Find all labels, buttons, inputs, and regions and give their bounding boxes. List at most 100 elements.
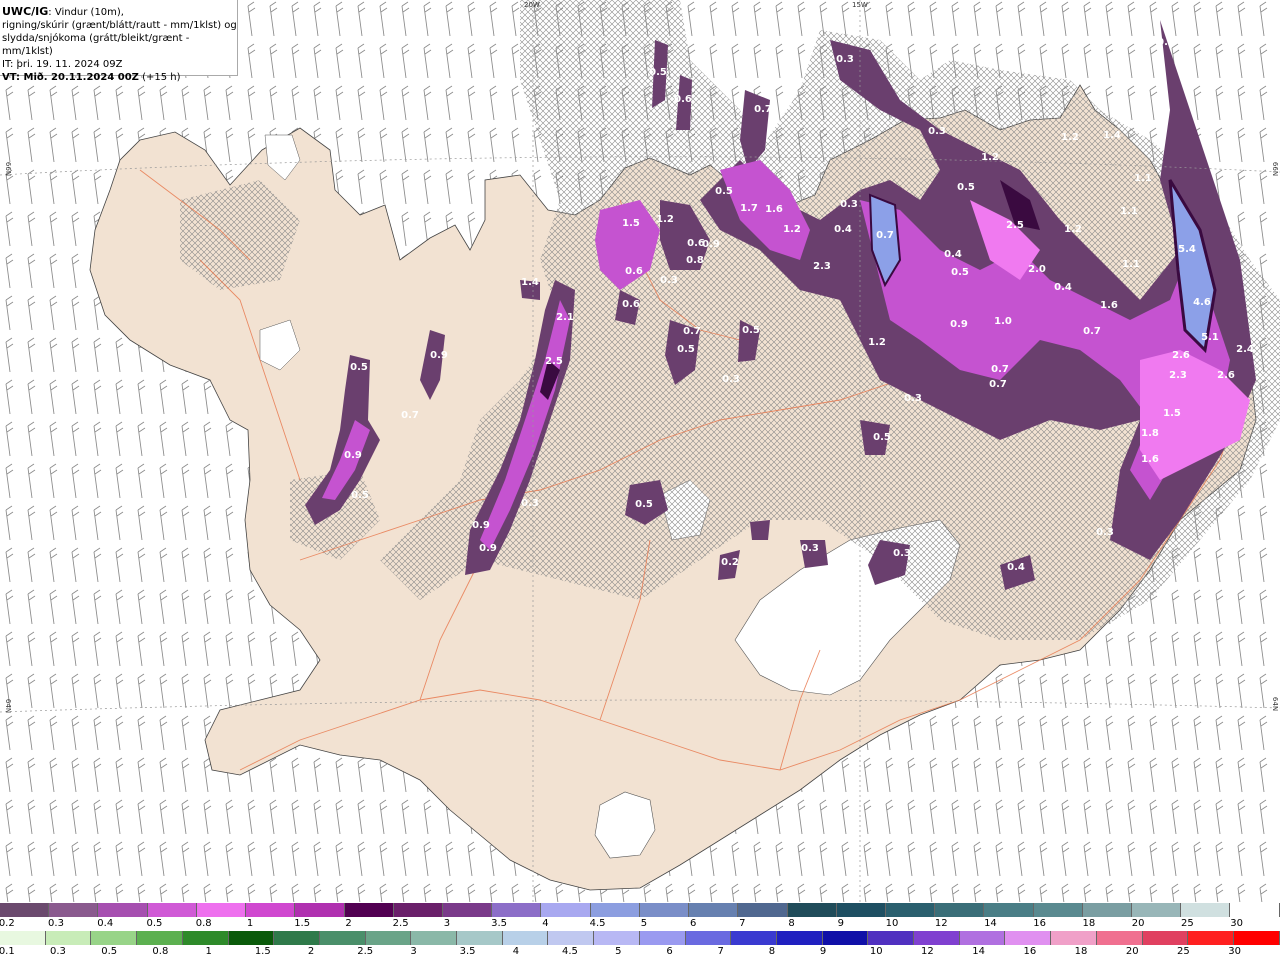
legend-label: 1.5	[294, 918, 311, 929]
precip-value: 0.3	[1096, 527, 1114, 538]
legend-swatch	[959, 931, 1006, 945]
precip-value: 0.3	[836, 54, 854, 65]
precip-value: 0.5	[677, 344, 695, 355]
precip-value: 1.1	[1134, 173, 1152, 184]
legend-swatch	[689, 903, 739, 917]
legend-swatch	[594, 931, 640, 945]
legend-swatch	[787, 903, 837, 917]
legend-swatch	[1181, 903, 1231, 917]
legend-label: 10	[885, 918, 899, 929]
precip-value: 0.9	[702, 239, 720, 250]
precip-value: 0.5	[873, 432, 891, 443]
precip-value: 1.4	[1103, 130, 1121, 141]
precip-value: 2.3	[1169, 370, 1187, 381]
lat-label-64n-right: 64N	[1271, 696, 1280, 712]
precip-value: 1.2	[981, 152, 999, 163]
legend-swatch	[639, 903, 690, 917]
legend-label: 25	[1177, 946, 1190, 957]
precip-value: 1.1	[1122, 259, 1140, 270]
precip-value: 0.5	[351, 490, 369, 501]
precip-value: 0.9	[430, 350, 448, 361]
legend-swatch	[935, 903, 985, 917]
precip-value: 0.6	[625, 266, 643, 277]
legend-swatch	[1142, 931, 1189, 945]
description-line-2: rigning/skúrir (grænt/blátt/rautt - mm/1…	[2, 20, 237, 31]
lat-label-66n-right: 66N	[1271, 161, 1280, 177]
precip-value: 2.0	[1028, 264, 1046, 275]
precip-value: 0.3	[893, 548, 911, 559]
legend-label: 4	[512, 946, 520, 957]
legend-label: 0.8	[152, 946, 169, 957]
precip-value: 0.9	[344, 450, 362, 461]
precip-value: 1.2	[783, 224, 801, 235]
legend-swatch	[1082, 903, 1133, 917]
precip-value: 0.3	[722, 374, 740, 385]
legend-swatch	[1005, 931, 1052, 945]
legend-swatch	[182, 931, 229, 945]
legend-swatch	[776, 931, 823, 945]
precip-value: 0.5	[649, 67, 667, 78]
legend-label: 9	[837, 918, 845, 929]
precip-value: 1.6	[1100, 300, 1118, 311]
precip-value: 2.5	[1006, 220, 1024, 231]
title-rest: : Vindur (10m),	[48, 7, 124, 18]
lat-label-64n-left: 64N	[4, 698, 13, 714]
precip-value: 5.1	[1201, 332, 1219, 343]
legend-label: 0.4	[97, 918, 114, 929]
precip-value: 0.3	[660, 275, 678, 286]
legend-label: 0.3	[48, 918, 64, 929]
legend-swatch	[822, 931, 869, 945]
precip-value: 1.1	[1120, 206, 1138, 217]
legend-label: 20	[1125, 946, 1139, 957]
precip-value: 1.8	[1141, 428, 1159, 439]
legend-label: 1	[246, 918, 254, 929]
legend-label: 1.5	[254, 946, 271, 957]
precip-value: 0.9	[479, 543, 497, 554]
precip-value: 0.7	[876, 230, 894, 241]
legend-label: 6	[666, 946, 673, 957]
valid-time: VT: Mið. 20.11.2024 00Z	[2, 72, 139, 83]
legend-label: 3.5	[491, 918, 508, 929]
precip-value: 0.3	[840, 199, 858, 210]
legend-swatch	[836, 903, 886, 917]
legend-swatch	[502, 931, 549, 945]
legend-label: 3.5	[459, 946, 476, 957]
precip-value: 1.5	[622, 218, 640, 229]
legend-label: 7	[739, 918, 746, 929]
legend-label: 1	[205, 946, 212, 957]
precip-value: 0.4	[1054, 282, 1072, 293]
legend-label: 0.1	[0, 946, 15, 957]
precip-value: 0.7	[1083, 326, 1101, 337]
precip-value: 0.5	[742, 325, 760, 336]
legend-swatch	[442, 903, 493, 917]
legend-swatch	[1188, 931, 1234, 945]
legend-label: 6	[689, 918, 697, 929]
lon-label-20w: 20W	[524, 1, 540, 9]
legend-swatch	[590, 903, 640, 917]
precip-value: 0.7	[683, 326, 701, 337]
legend-label: 2	[345, 918, 352, 929]
legend-swatch	[319, 931, 366, 945]
legend-label: 5	[640, 918, 648, 929]
legend-label: 4	[542, 918, 549, 929]
precip-value: 0.3	[521, 498, 539, 509]
rain-legend-colorbar	[0, 931, 1280, 945]
legend-swatch	[738, 903, 788, 917]
legend-label: 9	[819, 946, 827, 957]
precip-value: 0.7	[754, 104, 772, 115]
precip-value: 0.7	[991, 364, 1009, 375]
legend-label: 0.5	[101, 946, 118, 957]
legend-swatch	[1051, 931, 1097, 945]
description-line-3: slydda/snjókoma (grátt/bleikt/grænt - mm…	[2, 33, 190, 57]
legend-label: 12	[921, 946, 934, 957]
legend-label: 30	[1230, 918, 1243, 929]
map-info-panel: UWC/IG: Vindur (10m), rigning/skúrir (gr…	[0, 0, 238, 83]
precip-value: 0.4	[1007, 562, 1025, 573]
lon-label-15w: 15W	[852, 1, 868, 9]
legend-label: 0.5	[146, 918, 163, 929]
legend-label: 16	[1023, 946, 1037, 957]
weather-map: 0.3 0.6 0.5 0.7 1.4 0.8 0.3 0.5 1.2 0.4 1.2 2.5 2.0 1…	[0, 0, 1280, 902]
legend-swatch	[45, 931, 92, 945]
legend-swatch	[98, 903, 148, 917]
legend-swatch	[885, 903, 936, 917]
